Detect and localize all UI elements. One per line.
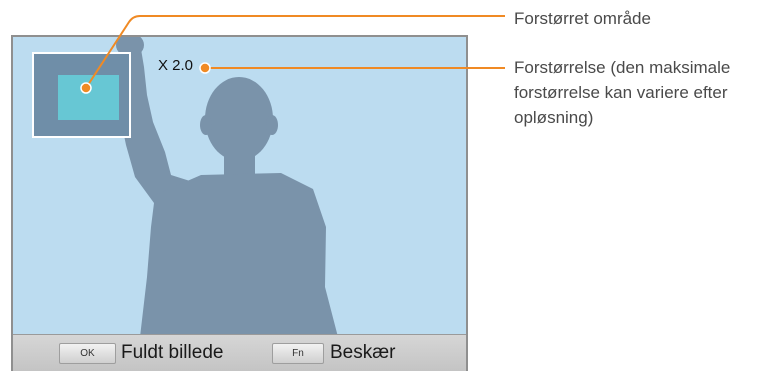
ok-key-button[interactable]: OK	[59, 343, 116, 364]
magnified-area-indicator	[58, 75, 119, 120]
bottom-control-bar: OK Fuldt billede Fn Beskær	[13, 334, 466, 371]
zoom-navigator-thumbnail	[32, 52, 131, 138]
magnified-area-caption: Forstørret område	[514, 9, 651, 28]
crop-label: Beskær	[330, 342, 396, 363]
zoom-level-caption: Forstørrelse (den maksimale forstørrelse…	[514, 58, 731, 127]
diagram: X 2.0 OK Fuldt billede Fn Beskær Forstør…	[0, 0, 776, 371]
zoom-level-readout: X 2.0	[158, 57, 194, 74]
full-image-label: Fuldt billede	[121, 342, 224, 363]
fn-key-button[interactable]: Fn	[272, 343, 324, 364]
camera-screen: X 2.0 OK Fuldt billede Fn Beskær	[11, 35, 468, 371]
